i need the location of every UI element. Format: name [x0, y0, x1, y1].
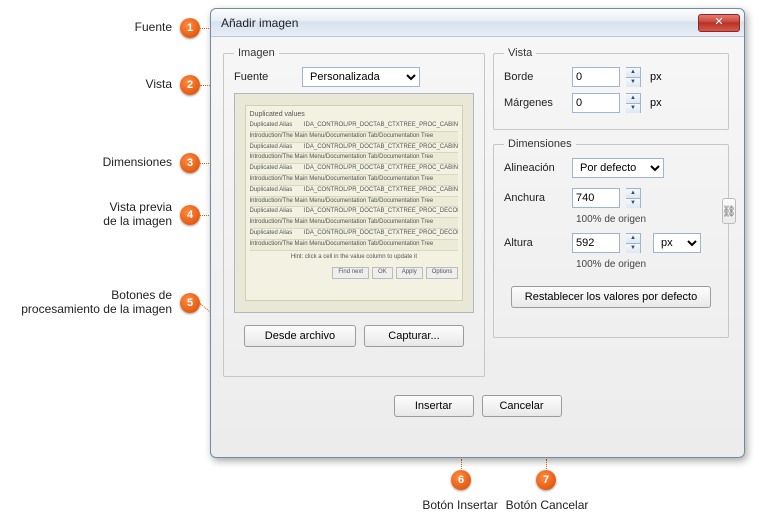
- capturar-button[interactable]: Capturar...: [364, 325, 464, 347]
- altura-label: Altura: [504, 237, 566, 249]
- link-aspect-icon[interactable]: ⛓: [722, 198, 736, 224]
- alineacion-label: Alineación: [504, 162, 566, 174]
- annotation-label-5: Botones de procesamiento de la imagen: [0, 288, 172, 316]
- annotation-bullet-3: 3: [180, 153, 200, 173]
- imagen-group: Imagen Fuente Personalizada Duplicated v…: [223, 47, 485, 377]
- altura-spinner[interactable]: ▲▼: [626, 233, 641, 253]
- annotation-label-4: Vista previa de la imagen: [0, 200, 172, 228]
- fuente-label: Fuente: [234, 71, 296, 83]
- dimensiones-group: Dimensiones Alineación Por defecto Anchu…: [493, 138, 729, 338]
- chevron-down-icon[interactable]: ▼: [626, 199, 640, 208]
- cancelar-button[interactable]: Cancelar: [482, 395, 562, 417]
- fuente-select[interactable]: Personalizada: [302, 67, 420, 87]
- reset-defaults-button[interactable]: Restablecer los valores por defecto: [511, 286, 711, 308]
- annotation-bullet-6: 6: [451, 470, 471, 490]
- add-image-dialog: Añadir imagen ✕ Imagen Fuente Personaliz…: [210, 8, 745, 458]
- annotation-bullet-5: 5: [180, 293, 200, 313]
- dimensiones-legend: Dimensiones: [504, 138, 576, 150]
- close-icon: ✕: [714, 16, 723, 28]
- margenes-label: Márgenes: [504, 97, 566, 109]
- chevron-up-icon[interactable]: ▲: [626, 94, 640, 104]
- altura-note: 100% de origen: [504, 259, 718, 270]
- alineacion-select[interactable]: Por defecto: [572, 158, 664, 178]
- chevron-down-icon[interactable]: ▼: [626, 104, 640, 113]
- altura-input[interactable]: [572, 233, 620, 253]
- annotation-label-6: Botón Insertar: [415, 498, 505, 512]
- margenes-input[interactable]: [572, 93, 620, 113]
- window-title: Añadir imagen: [221, 16, 698, 30]
- annotation-label-7: Botón Cancelar: [502, 498, 592, 512]
- annotation-label-1: Fuente: [0, 20, 172, 34]
- annotation-bullet-1: 1: [180, 18, 200, 38]
- anchura-note: 100% de origen: [504, 214, 718, 225]
- borde-input[interactable]: [572, 67, 620, 87]
- margenes-unit: px: [650, 97, 662, 109]
- borde-unit: px: [650, 71, 662, 83]
- close-button[interactable]: ✕: [698, 14, 740, 32]
- annotation-bullet-2: 2: [180, 75, 200, 95]
- annotation-label-2: Vista: [0, 77, 172, 91]
- anchura-input[interactable]: [572, 188, 620, 208]
- altura-unit-select[interactable]: px: [653, 233, 701, 253]
- chevron-down-icon[interactable]: ▼: [626, 78, 640, 87]
- annotation-label-3: Dimensiones: [0, 155, 172, 169]
- chevron-up-icon[interactable]: ▲: [626, 234, 640, 244]
- image-preview-content: Duplicated values Duplicated Alias IDA_C…: [245, 105, 464, 301]
- imagen-legend: Imagen: [234, 47, 279, 59]
- chevron-up-icon[interactable]: ▲: [626, 189, 640, 199]
- borde-spinner[interactable]: ▲▼: [626, 67, 641, 87]
- annotation-bullet-7: 7: [536, 470, 556, 490]
- chevron-up-icon[interactable]: ▲: [626, 68, 640, 78]
- vista-legend: Vista: [504, 47, 536, 59]
- chevron-down-icon[interactable]: ▼: [626, 244, 640, 253]
- annotation-bullet-4: 4: [180, 205, 200, 225]
- margenes-spinner[interactable]: ▲▼: [626, 93, 641, 113]
- vista-group: Vista Borde ▲▼ px Márgenes ▲▼ px: [493, 47, 729, 130]
- anchura-label: Anchura: [504, 192, 566, 204]
- insertar-button[interactable]: Insertar: [394, 395, 474, 417]
- anchura-spinner[interactable]: ▲▼: [626, 188, 641, 208]
- titlebar[interactable]: Añadir imagen ✕: [211, 9, 744, 37]
- image-preview: Duplicated values Duplicated Alias IDA_C…: [234, 93, 474, 313]
- desde-archivo-button[interactable]: Desde archivo: [244, 325, 356, 347]
- borde-label: Borde: [504, 71, 566, 83]
